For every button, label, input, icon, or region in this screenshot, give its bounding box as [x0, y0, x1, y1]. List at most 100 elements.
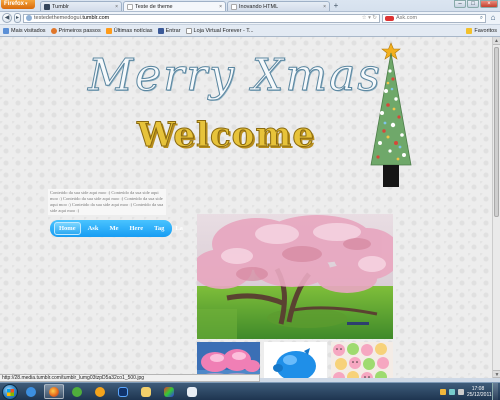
- internet-explorer-icon: [26, 386, 36, 397]
- christmas-tree-image: [370, 42, 412, 187]
- facebook-icon: [157, 27, 164, 34]
- tray-icon[interactable]: [440, 388, 446, 395]
- merry-xmas-header: Merry Xmas: [88, 50, 382, 101]
- show-desktop-button[interactable]: [492, 382, 498, 400]
- taskbar-paint[interactable]: [159, 384, 179, 399]
- taskbar-messenger[interactable]: [67, 384, 87, 399]
- firefox-icon: [50, 27, 57, 34]
- back-button[interactable]: ◀: [2, 13, 12, 23]
- page-icon: [231, 3, 237, 10]
- url-text: testedethemedogui.tumblr.com: [34, 15, 110, 21]
- photoshop-icon: [118, 386, 128, 397]
- folder-icon: [141, 386, 151, 397]
- bookmark-star-icon[interactable]: ☆ ▾ ↻: [362, 15, 377, 21]
- vertical-scrollbar[interactable]: ▲ ▼: [492, 37, 500, 378]
- welcome-header: Welcome: [137, 115, 315, 156]
- globe-icon: [26, 15, 32, 21]
- taskbar-media-player[interactable]: [90, 384, 110, 399]
- notepad-icon: [187, 386, 197, 397]
- new-tab-button[interactable]: +: [331, 1, 341, 11]
- maximize-button[interactable]: □: [467, 0, 479, 8]
- tab-label: Teste de theme: [135, 3, 173, 10]
- bookmark-label: Loja Virtual Forever - T...: [193, 27, 254, 34]
- chevron-down-icon: ▾: [25, 1, 28, 7]
- page-icon: [127, 3, 133, 10]
- taskbar-explorer[interactable]: [136, 384, 156, 399]
- menu-item-tag[interactable]: Tag: [150, 223, 168, 234]
- navigation-menu: Home Ask Me Here Tag La: [50, 220, 183, 237]
- close-tab-icon[interactable]: ×: [115, 4, 118, 10]
- tab-strip: Tumblr × Teste de theme × Inovando HTML …: [40, 1, 341, 11]
- sidebar-content: Conteúdo da sua side aqui moo :) Conteúd…: [48, 189, 166, 215]
- forward-button[interactable]: ▸: [14, 13, 21, 23]
- close-window-button[interactable]: ×: [480, 0, 498, 8]
- navigation-bar: ◀ ▸ testedethemedogui.tumblr.com ☆ ▾ ↻ A…: [0, 11, 500, 24]
- messenger-icon: [72, 386, 82, 397]
- bookmark-label: Entrar: [165, 27, 181, 34]
- clock-date: 25/12/2011: [467, 391, 492, 398]
- bookmark-label: Primeiros passos: [58, 27, 101, 34]
- taskbar-photoshop[interactable]: [113, 384, 133, 399]
- close-tab-icon[interactable]: ×: [219, 4, 222, 10]
- web-page: Merry Xmas Welcome Conteúdo da sua side …: [0, 37, 500, 378]
- system-tray: 17:08 25/12/2011: [440, 382, 500, 400]
- taskbar-firefox[interactable]: [44, 384, 64, 399]
- bookmark-label: Últimas notícias: [113, 27, 153, 34]
- tab-inovando-html[interactable]: Inovando HTML ×: [227, 1, 330, 11]
- menu-item-here[interactable]: Here: [125, 223, 147, 234]
- tumblr-icon: [44, 3, 50, 10]
- rss-icon: [105, 27, 112, 34]
- search-engine-label: Ask.com: [396, 15, 418, 21]
- firefox-menu-label: Firefox: [4, 1, 25, 7]
- status-bar: http://28.media.tumblr.com/tumblr_lumg03…: [0, 374, 260, 382]
- menu-item-la[interactable]: La: [171, 223, 187, 234]
- favorites-label: Favoritos: [474, 27, 497, 34]
- network-icon[interactable]: [449, 388, 455, 395]
- ask-icon: [385, 15, 394, 21]
- bookmarks-toolbar: Mais visitados Primeiros passos Últimas …: [0, 24, 500, 37]
- page-icon: [185, 27, 192, 34]
- clock[interactable]: 17:08 25/12/2011: [467, 386, 492, 398]
- scroll-up-icon[interactable]: ▲: [493, 37, 500, 45]
- bookmark-label: Mais visitados: [11, 27, 46, 34]
- post-thumbnail-blue-piggy-bank[interactable]: [264, 342, 327, 378]
- tab-label: Tumblr: [52, 3, 69, 10]
- browser-chrome: Firefox ▾ Tumblr × Teste de theme × Inov…: [0, 0, 500, 37]
- bookmark-icon: [3, 27, 9, 34]
- menu-item-home[interactable]: Home: [54, 222, 81, 235]
- bookmark-latest-news[interactable]: Últimas notícias: [105, 27, 153, 34]
- tab-label: Inovando HTML: [239, 3, 279, 10]
- star-icon: [466, 27, 473, 34]
- post-image-cherry-blossom[interactable]: [197, 214, 393, 339]
- volume-icon[interactable]: [458, 388, 464, 395]
- tab-tumblr[interactable]: Tumblr ×: [40, 1, 122, 11]
- search-icon[interactable]: ⌕: [480, 15, 483, 22]
- window-controls: – □ ×: [454, 0, 498, 8]
- media-player-icon: [95, 386, 105, 397]
- scroll-down-icon[interactable]: ▼: [493, 370, 500, 378]
- bookmark-most-visited[interactable]: Mais visitados: [3, 27, 46, 34]
- menu-item-ask[interactable]: Ask: [84, 223, 103, 234]
- bookmark-getting-started[interactable]: Primeiros passos: [50, 27, 101, 34]
- menu-item-me[interactable]: Me: [105, 223, 122, 234]
- scrollbar-thumb[interactable]: [494, 47, 499, 217]
- firefox-menu-button[interactable]: Firefox ▾: [1, 0, 35, 9]
- windows-taskbar: 17:08 25/12/2011: [0, 382, 500, 400]
- post-thumbnail-cupcakes[interactable]: [331, 342, 393, 378]
- start-button[interactable]: [2, 383, 18, 400]
- bookmark-entrar[interactable]: Entrar: [157, 27, 181, 34]
- close-tab-icon[interactable]: ×: [323, 4, 326, 10]
- home-icon[interactable]: ⌂: [488, 13, 498, 23]
- search-box[interactable]: Ask.com ⌕: [382, 13, 486, 23]
- favorites-button[interactable]: Favoritos: [466, 27, 497, 34]
- address-bar[interactable]: testedethemedogui.tumblr.com ☆ ▾ ↻: [23, 13, 380, 23]
- bookmark-loja-virtual[interactable]: Loja Virtual Forever - T...: [185, 27, 254, 34]
- windows-logo-icon: [7, 388, 14, 396]
- taskbar-notepad[interactable]: [182, 384, 202, 399]
- firefox-icon: [49, 386, 59, 397]
- taskbar-ie[interactable]: [21, 384, 41, 399]
- paint-icon: [164, 386, 174, 397]
- minimize-button[interactable]: –: [454, 0, 466, 8]
- tab-teste-de-theme[interactable]: Teste de theme ×: [123, 1, 226, 11]
- post-thumbnail-pink-trees[interactable]: [197, 342, 260, 378]
